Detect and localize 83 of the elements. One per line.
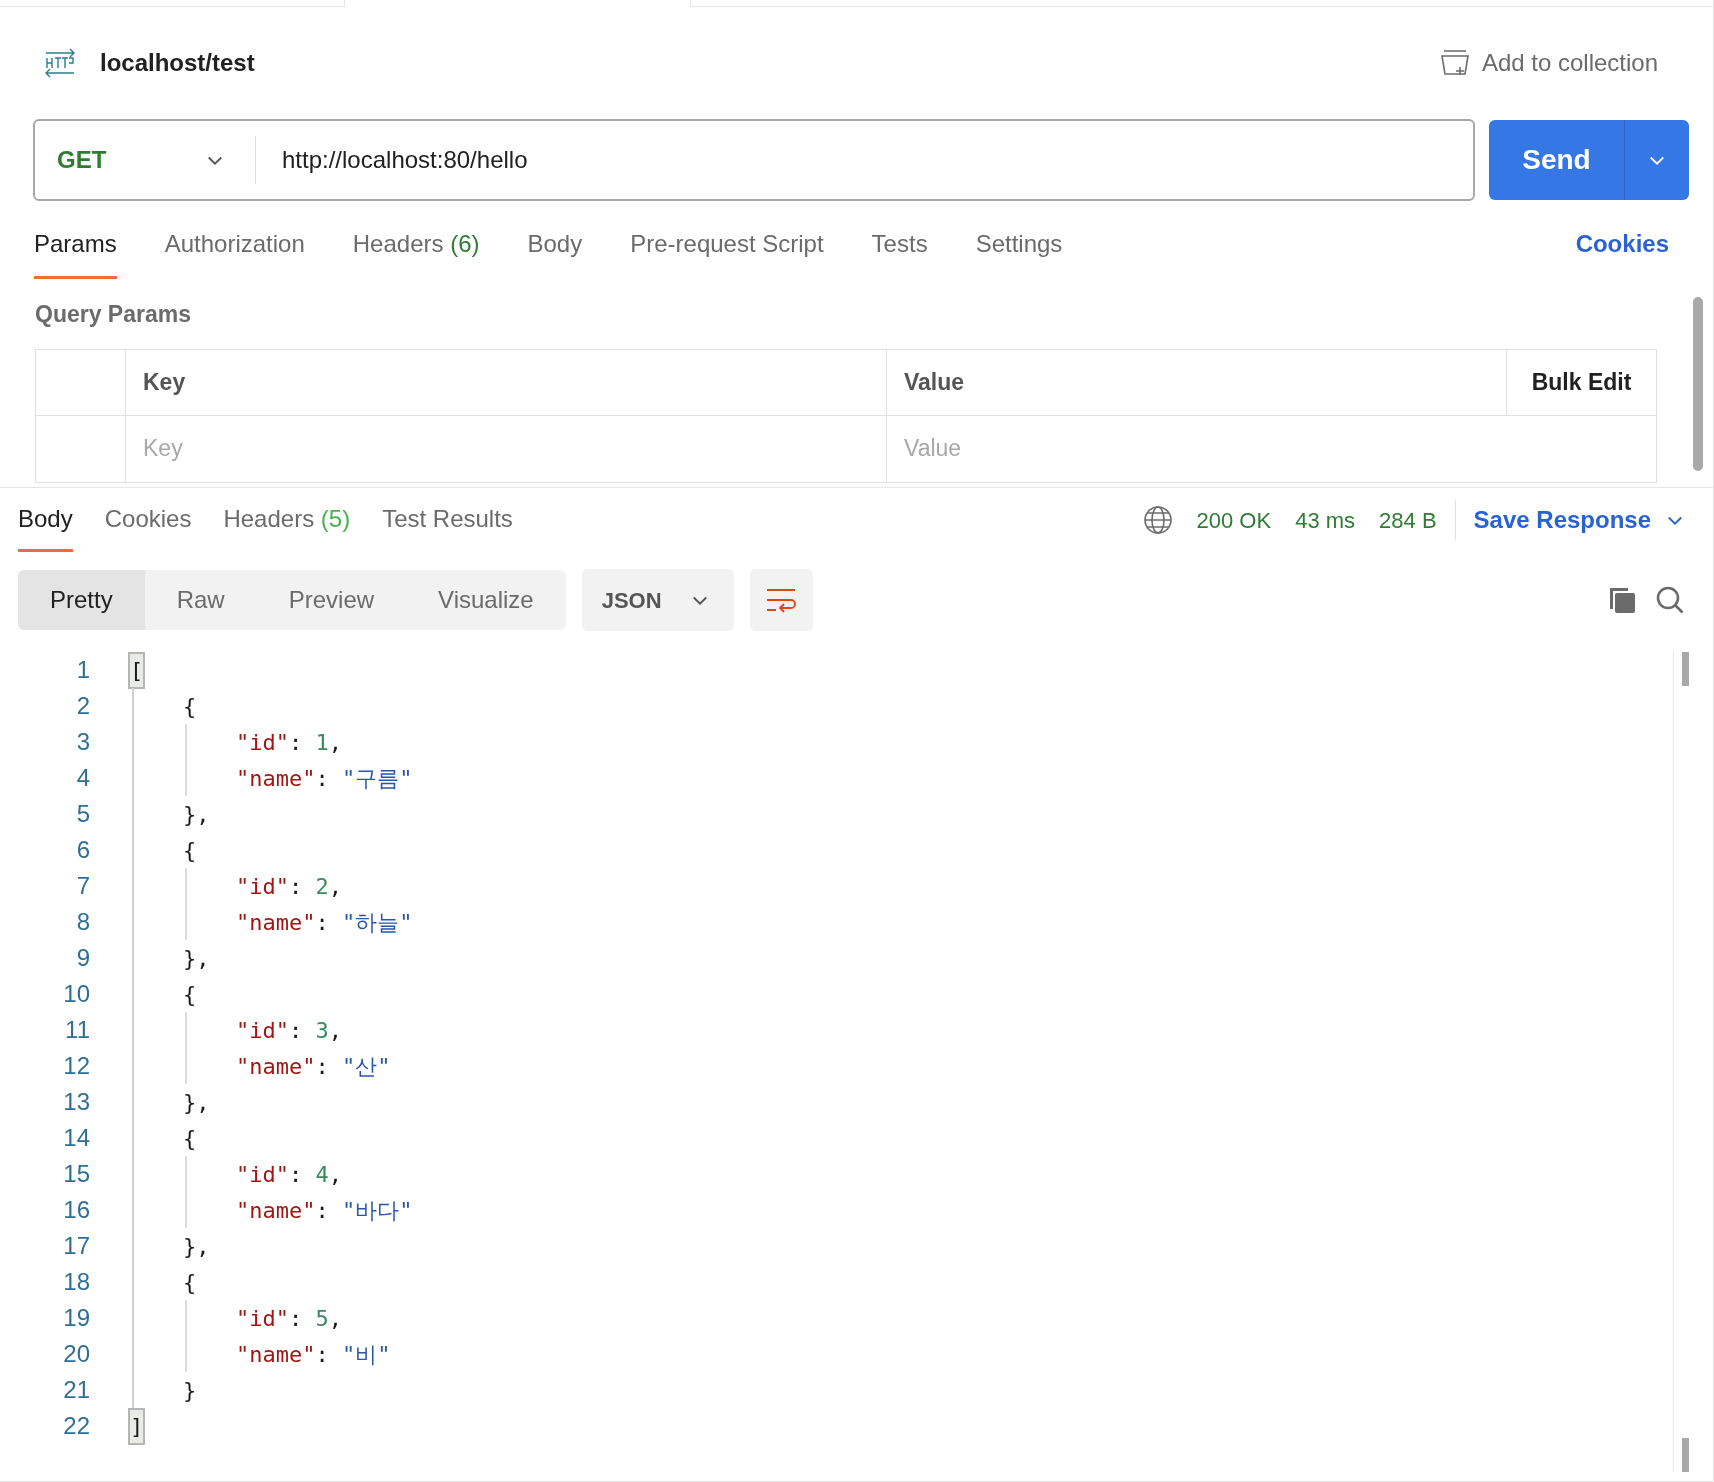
status-code: 200 OK <box>1196 506 1272 535</box>
value-input[interactable]: Value <box>887 415 1656 482</box>
globe-icon <box>1142 505 1173 535</box>
add-to-collection-button[interactable]: Add to collection <box>1439 45 1658 81</box>
code-line: "id": 2, <box>234 872 342 901</box>
response-tab[interactable]: Headers (5) <box>223 501 351 552</box>
view-mode-tab[interactable]: Preview <box>256 570 407 630</box>
code-line: } <box>181 1376 197 1405</box>
code-line: "name": "산" <box>234 1052 391 1081</box>
response-tab[interactable]: Test Results <box>382 501 513 552</box>
code-line: { <box>181 1268 197 1297</box>
line-number: 9 <box>75 943 90 973</box>
view-mode-tab[interactable]: Raw <box>144 570 257 630</box>
line-number: 15 <box>62 1159 90 1189</box>
line-number: 8 <box>75 907 90 937</box>
request-tab[interactable]: Tests <box>871 226 928 279</box>
line-number: 14 <box>62 1123 90 1153</box>
line-number: 13 <box>62 1087 90 1117</box>
response-tab[interactable]: Body <box>18 501 73 552</box>
line-number: 4 <box>75 763 90 793</box>
view-mode-tab[interactable]: Visualize <box>406 570 566 630</box>
line-number: 1 <box>75 655 90 685</box>
line-number: 21 <box>62 1375 90 1405</box>
line-number: 3 <box>75 727 90 757</box>
line-number: 11 <box>64 1015 90 1045</box>
tab-background[interactable] <box>690 0 1713 7</box>
line-number: 7 <box>75 871 90 901</box>
request-tab[interactable]: Params <box>34 226 117 279</box>
code-line: }, <box>181 800 210 829</box>
code-line: }, <box>181 944 210 973</box>
code-line: }, <box>181 1232 210 1261</box>
code-line: "id": 1, <box>234 728 342 757</box>
collection-add-icon <box>1439 48 1470 78</box>
response-time: 43 ms <box>1295 506 1356 535</box>
code-line: "name": "바다" <box>234 1196 413 1225</box>
line-number: 17 <box>62 1231 90 1261</box>
view-mode-tab[interactable]: Pretty <box>18 570 145 630</box>
code-line: { <box>181 1124 197 1153</box>
line-number: 22 <box>62 1411 90 1441</box>
bulk-edit-button[interactable]: Bulk Edit <box>1507 349 1656 415</box>
code-line: { <box>181 692 197 721</box>
cookies-link[interactable]: Cookies <box>1575 226 1669 279</box>
line-number: 10 <box>62 979 90 1009</box>
request-title: localhost/test <box>100 48 255 78</box>
line-number: 19 <box>62 1303 90 1333</box>
code-line: "id": 3, <box>234 1016 342 1045</box>
line-number: 18 <box>62 1267 90 1297</box>
response-size: 284 B <box>1379 506 1437 535</box>
response-tab[interactable]: Cookies <box>104 501 192 552</box>
format-dropdown[interactable]: JSON <box>581 569 734 631</box>
line-number: 6 <box>75 835 90 865</box>
request-tab[interactable]: Pre-request Script <box>630 226 824 279</box>
wrap-lines-icon <box>765 586 798 614</box>
scrollbar-thumb[interactable] <box>1693 297 1703 471</box>
key-input[interactable]: Key <box>126 415 887 482</box>
url-input[interactable]: http://localhost:80/hello <box>282 142 528 178</box>
line-number: 20 <box>62 1339 90 1369</box>
search-icon[interactable] <box>1655 585 1685 615</box>
code-line: }, <box>181 1088 210 1117</box>
copy-icon[interactable] <box>1607 585 1637 615</box>
request-tab[interactable]: Authorization <box>164 226 305 279</box>
request-tab[interactable]: Headers (6) <box>352 226 480 279</box>
line-number: 16 <box>62 1195 90 1225</box>
table-header: Key <box>126 349 887 415</box>
method-dropdown[interactable]: GET <box>35 121 255 199</box>
line-number: 5 <box>75 799 90 829</box>
request-tab[interactable]: Settings <box>975 226 1063 279</box>
code-line: "name": "하늘" <box>234 908 413 937</box>
code-line: "id": 4, <box>234 1160 342 1189</box>
code-line: { <box>181 836 197 865</box>
code-line: "name": "구름" <box>234 764 413 793</box>
code-line: "name": "비" <box>234 1340 391 1369</box>
request-tab[interactable]: Body <box>527 226 583 279</box>
line-number: 2 <box>75 691 90 721</box>
line-number: 12 <box>62 1051 90 1081</box>
save-response-button[interactable]: Save Response <box>1473 502 1685 538</box>
tab-background[interactable] <box>0 0 345 7</box>
table-header: Value <box>887 349 1507 415</box>
section-title: Query Params <box>35 300 192 329</box>
wrap-lines-button[interactable] <box>749 569 813 631</box>
code-line: "id": 5, <box>234 1304 342 1333</box>
code-line: { <box>181 980 197 1009</box>
url-bar[interactable]: GET http://localhost:80/hello <box>33 119 1475 201</box>
